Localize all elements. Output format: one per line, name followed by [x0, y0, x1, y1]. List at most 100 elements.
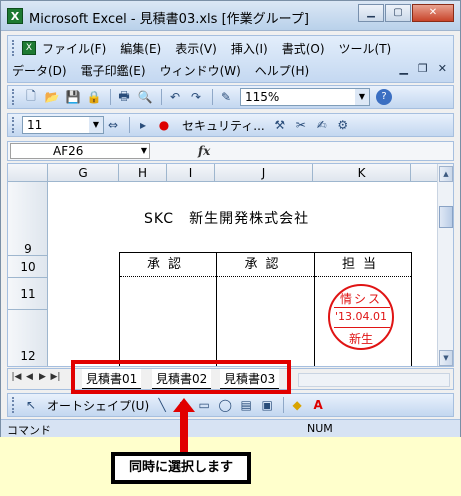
- document-controls: ▁ ❐ ✕: [389, 62, 447, 75]
- approval-cell[interactable]: 担当 情シス '13.04.01 新生: [315, 253, 411, 366]
- menu-window[interactable]: ウィンドウ(W): [160, 62, 241, 79]
- design-mode-icon[interactable]: ✂: [292, 116, 310, 134]
- menu-data[interactable]: データ(D): [12, 62, 67, 79]
- tab-highlight-box: [71, 360, 291, 394]
- window-title: Microsoft Excel - 見積書03.xls [作業グループ]: [29, 12, 309, 27]
- row-header[interactable]: 9: [8, 182, 48, 256]
- prev-tab-icon[interactable]: ◀: [23, 372, 36, 382]
- toolbox-icon[interactable]: ⚒: [271, 116, 289, 134]
- select-object-icon[interactable]: ↖: [22, 396, 40, 414]
- help-icon[interactable]: ?: [376, 89, 392, 105]
- chevron-down-icon[interactable]: ▼: [141, 144, 147, 158]
- rectangle-icon[interactable]: ▭: [195, 396, 213, 414]
- menu-insert[interactable]: 挿入(I): [231, 40, 268, 57]
- callout-label: 同時に選択します: [111, 452, 251, 484]
- status-bar: コマンド NUM: [1, 419, 460, 437]
- run-macro-icon[interactable]: ▸: [134, 116, 152, 134]
- worksheet-grid[interactable]: G H I J K 9 10 11 12 SKC 新生開発株式会社 承認 承認 …: [7, 163, 454, 367]
- menu-row-2: データ(D) 電子印鑑(E) ウィンドウ(W) ヘルプ(H): [12, 60, 323, 80]
- scroll-thumb[interactable]: [439, 206, 453, 228]
- approval-cell[interactable]: 承認: [120, 253, 217, 366]
- minimize-button[interactable]: ▁: [358, 4, 384, 22]
- column-header[interactable]: H: [119, 164, 167, 182]
- fx-icon[interactable]: fx: [198, 144, 210, 158]
- oval-icon[interactable]: ◯: [216, 396, 234, 414]
- separator: [283, 397, 285, 413]
- textbox-icon[interactable]: ▤: [237, 396, 255, 414]
- menu-edit[interactable]: 編集(E): [120, 40, 161, 57]
- vertical-scrollbar[interactable]: ▲ ▼: [437, 164, 453, 366]
- menu-format[interactable]: 書式(O): [282, 40, 325, 57]
- row-headers: 9 10 11 12: [8, 182, 48, 366]
- approval-header: 承認: [120, 253, 216, 277]
- security-button[interactable]: セキュリティ...: [182, 117, 265, 134]
- autoshape-menu[interactable]: オートシェイプ(U): [47, 397, 149, 414]
- options-icon[interactable]: ⚙: [334, 116, 352, 134]
- row-header[interactable]: 10: [8, 256, 48, 278]
- horizontal-scrollbar[interactable]: [298, 373, 450, 387]
- close-button[interactable]: ✕: [412, 4, 454, 22]
- approval-stamp[interactable]: 情シス '13.04.01 新生: [328, 284, 394, 350]
- corner-cell[interactable]: [8, 164, 48, 182]
- column-header[interactable]: J: [215, 164, 313, 182]
- zoom-select[interactable]: 115% ▼: [240, 88, 370, 106]
- save-icon[interactable]: 💾: [64, 88, 82, 106]
- redo-icon[interactable]: ↷: [187, 88, 205, 106]
- record-macro-icon[interactable]: ●: [155, 116, 173, 134]
- undo-icon[interactable]: ↶: [166, 88, 184, 106]
- doc-minimize-icon[interactable]: ▁: [399, 62, 407, 75]
- scroll-down-icon[interactable]: ▼: [439, 350, 453, 366]
- script-editor-icon[interactable]: ✍: [313, 116, 331, 134]
- merge-center-icon[interactable]: ⇔: [104, 116, 122, 134]
- formula-bar: AF26 ▼ fx: [7, 141, 454, 161]
- approval-header: 担当: [315, 253, 411, 277]
- menu-help[interactable]: ヘルプ(H): [255, 62, 309, 79]
- row-header[interactable]: 12: [8, 310, 48, 366]
- menu-stamp[interactable]: 電子印鑑(E): [81, 62, 146, 79]
- font-color-icon[interactable]: A: [309, 396, 327, 414]
- column-header[interactable]: G: [48, 164, 119, 182]
- stamp-name: 新生: [348, 332, 373, 346]
- next-tab-icon[interactable]: ▶: [36, 372, 49, 382]
- maximize-button[interactable]: ▢: [385, 4, 411, 22]
- line-icon[interactable]: ╲: [153, 396, 171, 414]
- formatting-toolbar: 11 ▼ ⇔ ▸ ● セキュリティ... ⚒ ✂ ✍ ⚙: [7, 113, 454, 137]
- menu-tools[interactable]: ツール(T): [339, 40, 392, 57]
- doc-close-icon[interactable]: ✕: [438, 62, 447, 75]
- approval-cell[interactable]: 承認: [217, 253, 315, 366]
- status-mode: コマンド: [7, 424, 51, 437]
- print-icon[interactable]: 🖶: [115, 88, 133, 106]
- excel-app-icon[interactable]: X: [7, 8, 23, 24]
- grip-icon[interactable]: [12, 40, 16, 56]
- grip-icon[interactable]: [12, 117, 16, 133]
- column-header[interactable]: I: [167, 164, 215, 182]
- last-tab-icon[interactable]: ▶|: [49, 372, 62, 382]
- first-tab-icon[interactable]: |◀: [10, 372, 23, 382]
- grip-icon[interactable]: [12, 89, 16, 105]
- column-header[interactable]: K: [313, 164, 411, 182]
- arrow-shaft: [180, 410, 188, 452]
- chevron-down-icon[interactable]: ▼: [355, 89, 369, 105]
- print-preview-icon[interactable]: 🔍: [136, 88, 154, 106]
- menu-file[interactable]: ファイル(F): [42, 40, 106, 57]
- name-box[interactable]: AF26 ▼: [10, 143, 150, 159]
- picture-icon[interactable]: ▣: [258, 396, 276, 414]
- company-name[interactable]: SKC 新生開発株式会社: [144, 208, 309, 228]
- name-box-value: AF26: [53, 144, 84, 158]
- status-numlock: NUM: [307, 422, 333, 435]
- permission-icon[interactable]: 🔒: [85, 88, 103, 106]
- fill-color-icon[interactable]: ◆: [288, 396, 306, 414]
- doc-restore-icon[interactable]: ❐: [418, 62, 428, 75]
- font-size-select[interactable]: 11 ▼: [22, 116, 104, 134]
- menu-view[interactable]: 表示(V): [175, 40, 217, 57]
- drawing-toggle-icon[interactable]: ✎: [217, 88, 235, 106]
- column-headers: G H I J K: [8, 164, 438, 182]
- row-header[interactable]: 11: [8, 278, 48, 310]
- chevron-down-icon[interactable]: ▼: [89, 117, 103, 133]
- workbook-icon[interactable]: X: [22, 41, 36, 55]
- grip-icon[interactable]: [12, 397, 16, 413]
- new-icon[interactable]: 🗋: [22, 88, 40, 106]
- scroll-up-icon[interactable]: ▲: [439, 166, 453, 182]
- approval-table[interactable]: 承認 承認 担当 情シス '13.04.01 新生: [119, 252, 412, 366]
- open-icon[interactable]: 📂: [43, 88, 61, 106]
